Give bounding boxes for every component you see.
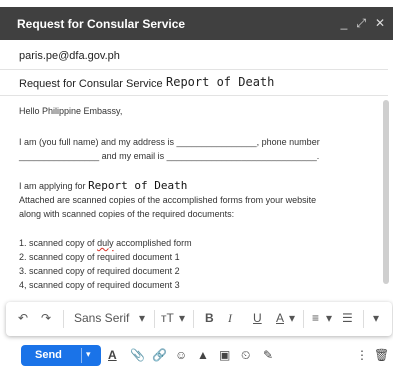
send-divider — [81, 348, 82, 363]
font-family-select[interactable]: Sans Serif — [74, 311, 129, 325]
subject-text[interactable]: Request for Consular Service — [19, 78, 163, 90]
redo-icon[interactable]: ↷ — [41, 311, 51, 325]
chevron-down-icon[interactable]: ▾ — [289, 311, 295, 325]
link-icon[interactable]: 🔗 — [152, 348, 167, 362]
list-item-1-suffix: accomplished form — [113, 238, 192, 248]
more-formatting-icon[interactable]: ▾ — [373, 311, 379, 325]
expand-icon[interactable]: ⤢ — [356, 16, 366, 30]
applying-prefix: I am applying for — [19, 181, 86, 191]
underline-button[interactable]: U — [253, 311, 262, 325]
trash-icon[interactable]: 🗑 — [374, 348, 389, 362]
toolbar-divider — [303, 310, 304, 328]
chevron-down-icon[interactable]: ▾ — [139, 311, 145, 325]
misspelled-word[interactable]: duly — [97, 238, 114, 248]
list-item: 1. scanned copy of duly accomplished for… — [19, 237, 192, 250]
to-field[interactable]: paris.pe@dfa.gov.ph — [0, 40, 388, 70]
applying-value: Report of Death — [88, 179, 188, 192]
more-options-icon[interactable]: ⋮ — [356, 348, 368, 362]
scrollbar[interactable] — [383, 100, 389, 284]
compose-bottom-bar: Send ▾ A 📎 🔗 ☺ ▲ ▣ ⏲ ✎ ⋮ 🗑 — [0, 344, 393, 366]
compose-title: Request for Consular Service — [17, 17, 186, 31]
chevron-down-icon[interactable]: ▾ — [86, 349, 91, 360]
formatting-options-icon[interactable]: A — [108, 348, 117, 362]
close-icon[interactable]: ✕ — [375, 16, 385, 30]
required-docs-line: along with scanned copies of the require… — [19, 209, 235, 219]
to-recipient[interactable]: paris.pe@dfa.gov.ph — [19, 50, 120, 62]
list-item: 4, scanned copy of required document 3 — [19, 280, 180, 290]
send-label: Send — [35, 349, 62, 361]
window-controls: _ ⤢ ✕ — [341, 16, 385, 30]
subject-inserted-text[interactable]: Report of Death — [166, 75, 274, 89]
toolbar-divider — [154, 310, 155, 328]
intro-line-2: ________________ and my email is _______… — [19, 151, 320, 161]
compose-titlebar: Request for Consular Service _ ⤢ ✕ — [0, 7, 393, 40]
list-item-1-prefix: 1. scanned copy of — [19, 238, 98, 248]
italic-button[interactable]: I — [228, 311, 232, 326]
intro-line-1: I am (you full name) and my address is _… — [19, 137, 320, 147]
formatting-toolbar: ↶ ↷ Sans Serif ▾ ᴛT ▾ B I U A ▾ ≡ ▾ ☰ ▾ — [6, 302, 392, 336]
bold-button[interactable]: B — [205, 311, 214, 325]
toolbar-divider — [363, 310, 364, 328]
list-icon[interactable]: ☰ — [342, 311, 353, 325]
greeting-line: Hello Philippine Embassy, — [19, 106, 123, 116]
minimize-icon[interactable]: _ — [341, 16, 348, 30]
list-item: 2. scanned copy of required document 1 — [19, 252, 180, 262]
emoji-icon[interactable]: ☺ — [175, 348, 187, 362]
attach-icon[interactable]: 📎 — [130, 348, 145, 362]
undo-icon[interactable]: ↶ — [18, 311, 28, 325]
signature-pen-icon[interactable]: ✎ — [263, 348, 273, 362]
text-color-icon[interactable]: A — [276, 311, 284, 325]
send-button[interactable]: Send ▾ — [21, 345, 101, 366]
confidential-lock-icon[interactable]: ⏲ — [241, 348, 250, 363]
list-item: 3. scanned copy of required document 2 — [19, 266, 180, 276]
drive-icon[interactable]: ▲ — [197, 348, 209, 362]
toolbar-divider — [193, 310, 194, 328]
font-size-icon[interactable]: ᴛT — [161, 311, 174, 325]
toolbar-divider — [63, 310, 64, 328]
photo-icon[interactable]: ▣ — [219, 348, 230, 362]
attached-line: Attached are scanned copies of the accom… — [19, 195, 317, 205]
applying-line: I am applying for Report of Death — [19, 179, 187, 193]
chevron-down-icon[interactable]: ▾ — [179, 311, 185, 325]
subject-field[interactable]: Request for Consular Service Report of D… — [0, 70, 388, 96]
chevron-down-icon[interactable]: ▾ — [326, 311, 332, 325]
align-icon[interactable]: ≡ — [312, 311, 319, 325]
